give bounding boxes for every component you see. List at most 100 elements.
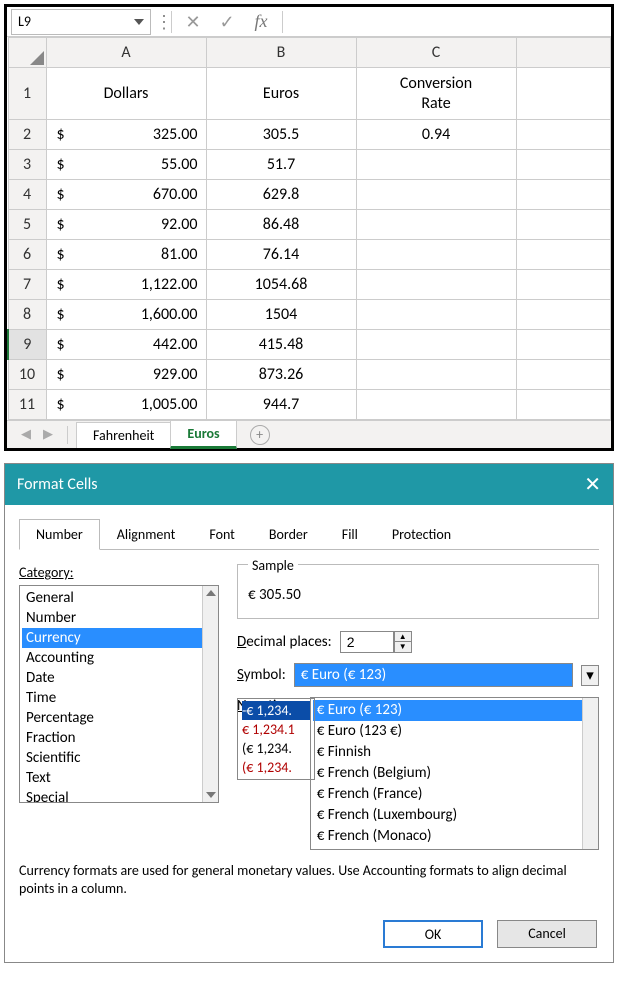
cell[interactable]: 92.00: [46, 210, 206, 240]
decimal-places-spinner[interactable]: ▲ ▼: [340, 631, 412, 653]
cell[interactable]: [356, 180, 516, 210]
category-item[interactable]: Scientific: [22, 748, 216, 768]
symbol-option[interactable]: € Finnish: [313, 742, 596, 763]
cell[interactable]: [356, 270, 516, 300]
category-item[interactable]: Percentage: [22, 708, 216, 728]
sheet-nav-next-icon[interactable]: ▶: [37, 427, 59, 442]
cell[interactable]: [516, 390, 611, 420]
row-header[interactable]: 7: [8, 270, 46, 300]
negative-option[interactable]: -€ 1,234.: [242, 701, 310, 720]
cell[interactable]: [516, 270, 611, 300]
cell[interactable]: 1,600.00: [46, 300, 206, 330]
name-box[interactable]: L9: [11, 9, 151, 35]
cell[interactable]: Dollars: [46, 68, 206, 120]
category-item[interactable]: Special: [22, 788, 216, 803]
symbol-option[interactable]: € French (Luxembourg): [313, 805, 596, 826]
formula-input[interactable]: [287, 9, 611, 35]
cell[interactable]: [356, 150, 516, 180]
cell[interactable]: 1,122.00: [46, 270, 206, 300]
cell[interactable]: [516, 240, 611, 270]
cell[interactable]: 325.00: [46, 120, 206, 150]
dialog-tab-font[interactable]: Font: [192, 519, 252, 549]
col-header-blank[interactable]: [516, 38, 611, 68]
spin-down-icon[interactable]: ▼: [395, 642, 411, 652]
category-item[interactable]: Currency: [22, 628, 216, 648]
row-header[interactable]: 3: [8, 150, 46, 180]
category-item[interactable]: Date: [22, 668, 216, 688]
category-list[interactable]: GeneralNumberCurrencyAccountingDateTimeP…: [19, 585, 219, 803]
symbol-option[interactable]: € French (Monaco): [313, 826, 596, 847]
decimal-places-input[interactable]: [340, 631, 394, 653]
row-header[interactable]: 5: [8, 210, 46, 240]
sheet-nav-prev-icon[interactable]: ◀: [15, 427, 37, 442]
cell[interactable]: [516, 68, 611, 120]
cell[interactable]: [356, 360, 516, 390]
symbol-option[interactable]: € French (France): [313, 784, 596, 805]
scrollbar[interactable]: [582, 698, 598, 849]
row-header[interactable]: 1: [8, 68, 46, 120]
cell[interactable]: 415.48: [206, 330, 356, 360]
ellipsis-icon[interactable]: ⋮: [155, 14, 167, 30]
category-item[interactable]: Time: [22, 688, 216, 708]
category-item[interactable]: Text: [22, 768, 216, 788]
symbol-dropdown-list[interactable]: € Euro (€ 123)€ Euro (123 €)€ Finnish€ F…: [310, 697, 599, 850]
chevron-down-icon[interactable]: [134, 19, 144, 25]
category-item[interactable]: General: [22, 588, 216, 608]
dialog-titlebar[interactable]: Format Cells ✕: [5, 464, 613, 505]
cell[interactable]: [516, 300, 611, 330]
cell[interactable]: 86.48: [206, 210, 356, 240]
new-sheet-button[interactable]: +: [250, 425, 270, 445]
cell[interactable]: Conversion Rate: [356, 68, 516, 120]
cell[interactable]: [356, 300, 516, 330]
cell[interactable]: 670.00: [46, 180, 206, 210]
negative-option[interactable]: (€ 1,234.: [242, 739, 310, 758]
row-header[interactable]: 11: [8, 390, 46, 420]
chevron-down-icon[interactable]: ▾: [581, 665, 599, 686]
negative-numbers-list[interactable]: -€ 1,234.€ 1,234.1(€ 1,234.(€ 1,234.: [237, 698, 315, 780]
fx-icon[interactable]: fx: [244, 11, 278, 32]
cell[interactable]: 944.7: [206, 390, 356, 420]
symbol-select[interactable]: € Euro (€ 123): [294, 663, 573, 687]
cell[interactable]: [356, 210, 516, 240]
cell[interactable]: [516, 120, 611, 150]
symbol-option[interactable]: € Euro (€ 123): [313, 700, 596, 721]
category-item[interactable]: Fraction: [22, 728, 216, 748]
ok-button[interactable]: OK: [383, 920, 483, 948]
cell[interactable]: [516, 360, 611, 390]
row-header[interactable]: 4: [8, 180, 46, 210]
dialog-tab-number[interactable]: Number: [19, 519, 100, 550]
col-header-c[interactable]: C: [356, 38, 516, 68]
cell[interactable]: [516, 180, 611, 210]
cell[interactable]: 1054.68: [206, 270, 356, 300]
row-header[interactable]: 2: [8, 120, 46, 150]
select-all-cell[interactable]: [8, 38, 46, 68]
cell[interactable]: Euros: [206, 68, 356, 120]
cell[interactable]: [356, 330, 516, 360]
cell[interactable]: 76.14: [206, 240, 356, 270]
symbol-option[interactable]: € Euro (123 €): [313, 721, 596, 742]
cell[interactable]: [516, 330, 611, 360]
cell[interactable]: 81.00: [46, 240, 206, 270]
row-header[interactable]: 10: [8, 360, 46, 390]
symbol-option[interactable]: € French (Belgium): [313, 763, 596, 784]
col-header-a[interactable]: A: [46, 38, 206, 68]
spin-up-icon[interactable]: ▲: [395, 632, 411, 642]
row-header[interactable]: 6: [8, 240, 46, 270]
category-item[interactable]: Accounting: [22, 648, 216, 668]
cell[interactable]: [516, 210, 611, 240]
cell[interactable]: [356, 390, 516, 420]
cell[interactable]: 1504: [206, 300, 356, 330]
dialog-tab-border[interactable]: Border: [252, 519, 325, 549]
dialog-tab-protection[interactable]: Protection: [375, 519, 468, 549]
dialog-tab-fill[interactable]: Fill: [325, 519, 375, 549]
scrollbar[interactable]: [202, 586, 218, 802]
cell[interactable]: 929.00: [46, 360, 206, 390]
cell[interactable]: 629.8: [206, 180, 356, 210]
cell[interactable]: 305.5: [206, 120, 356, 150]
close-icon[interactable]: ✕: [584, 472, 601, 497]
col-header-b[interactable]: B: [206, 38, 356, 68]
sheet-tab-euros[interactable]: Euros: [170, 420, 236, 449]
row-header[interactable]: 9: [8, 330, 46, 360]
category-item[interactable]: Number: [22, 608, 216, 628]
dialog-tab-alignment[interactable]: Alignment: [100, 519, 193, 549]
